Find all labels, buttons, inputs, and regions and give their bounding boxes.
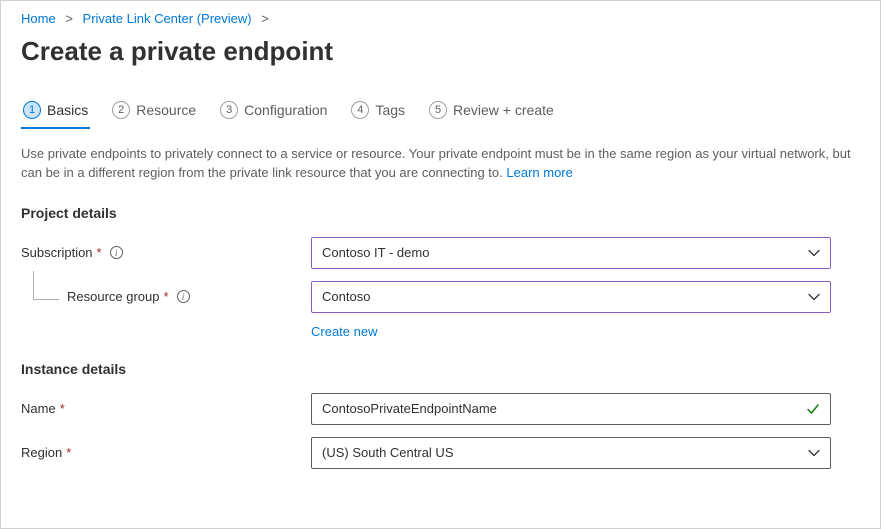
name-input[interactable] bbox=[322, 394, 798, 424]
check-icon bbox=[806, 402, 820, 416]
breadcrumb: Home > Private Link Center (Preview) > bbox=[1, 1, 880, 32]
tab-label: Tags bbox=[375, 102, 405, 118]
step-number: 1 bbox=[23, 101, 41, 119]
section-instance-details: Instance details bbox=[1, 339, 880, 387]
tab-configuration[interactable]: 3 Configuration bbox=[218, 95, 329, 129]
label-name: Name * bbox=[21, 401, 311, 416]
chevron-down-icon bbox=[808, 447, 820, 459]
chevron-down-icon bbox=[808, 247, 820, 259]
name-input-wrapper bbox=[311, 393, 831, 425]
section-project-details: Project details bbox=[1, 183, 880, 231]
breadcrumb-home[interactable]: Home bbox=[21, 11, 56, 26]
select-value: Contoso bbox=[322, 289, 370, 304]
tab-description: Use private endpoints to privately conne… bbox=[1, 129, 880, 183]
form-row-resource-group: Resource group * i Contoso bbox=[1, 275, 880, 319]
tab-tags[interactable]: 4 Tags bbox=[349, 95, 407, 129]
info-icon[interactable]: i bbox=[110, 246, 123, 259]
required-indicator: * bbox=[60, 401, 65, 416]
breadcrumb-separator: > bbox=[65, 11, 73, 26]
required-indicator: * bbox=[97, 245, 102, 260]
breadcrumb-separator: > bbox=[261, 11, 269, 26]
form-row-subscription: Subscription * i Contoso IT - demo bbox=[1, 231, 880, 275]
form-row-region: Region * (US) South Central US bbox=[1, 431, 880, 475]
tab-review-create[interactable]: 5 Review + create bbox=[427, 95, 556, 129]
label-region: Region * bbox=[21, 445, 311, 460]
select-value: (US) South Central US bbox=[322, 445, 454, 460]
form-row-name: Name * bbox=[1, 387, 880, 431]
label-subscription: Subscription * i bbox=[21, 245, 311, 260]
step-number: 5 bbox=[429, 101, 447, 119]
tab-label: Review + create bbox=[453, 102, 554, 118]
resource-group-select[interactable]: Contoso bbox=[311, 281, 831, 313]
learn-more-link[interactable]: Learn more bbox=[506, 165, 572, 180]
step-number: 2 bbox=[112, 101, 130, 119]
select-value: Contoso IT - demo bbox=[322, 245, 429, 260]
tab-label: Resource bbox=[136, 102, 196, 118]
required-indicator: * bbox=[66, 445, 71, 460]
subscription-select[interactable]: Contoso IT - demo bbox=[311, 237, 831, 269]
tab-basics[interactable]: 1 Basics bbox=[21, 95, 90, 129]
page-title: Create a private endpoint bbox=[1, 32, 880, 95]
wizard-tabs: 1 Basics 2 Resource 3 Configuration 4 Ta… bbox=[1, 95, 880, 129]
tab-label: Configuration bbox=[244, 102, 327, 118]
breadcrumb-private-link-center[interactable]: Private Link Center (Preview) bbox=[83, 11, 252, 26]
description-text: Use private endpoints to privately conne… bbox=[21, 146, 851, 180]
create-new-row: Create new bbox=[1, 319, 880, 339]
create-new-link[interactable]: Create new bbox=[311, 324, 377, 339]
step-number: 4 bbox=[351, 101, 369, 119]
info-icon[interactable]: i bbox=[177, 290, 190, 303]
region-select[interactable]: (US) South Central US bbox=[311, 437, 831, 469]
label-resource-group: Resource group * i bbox=[21, 289, 311, 304]
chevron-down-icon bbox=[808, 291, 820, 303]
step-number: 3 bbox=[220, 101, 238, 119]
required-indicator: * bbox=[164, 289, 169, 304]
tab-label: Basics bbox=[47, 102, 88, 118]
tab-resource[interactable]: 2 Resource bbox=[110, 95, 198, 129]
